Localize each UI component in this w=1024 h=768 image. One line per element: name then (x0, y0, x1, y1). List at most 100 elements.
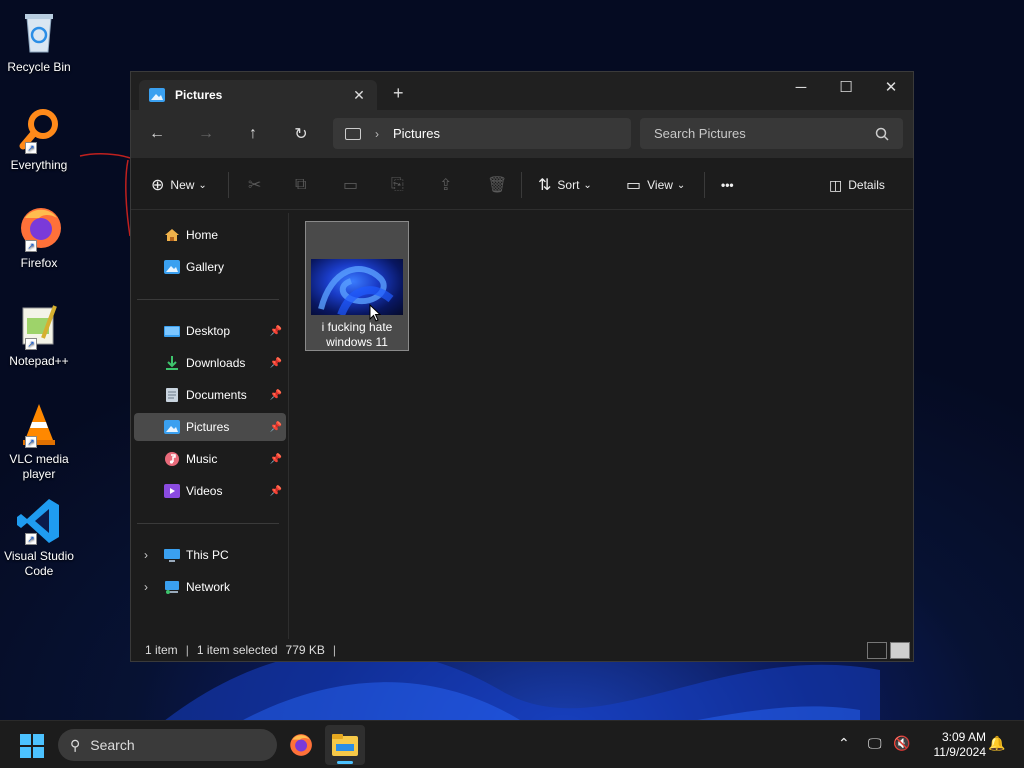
paste-icon[interactable]: ▭ (343, 174, 364, 196)
tab-close-icon[interactable]: ✕ (349, 87, 369, 104)
network-status-icon[interactable]: 🖵 (868, 735, 882, 752)
taskbar: ⚲ Search ⌃ 🖵 🔇 3:09 AM 11/9/2024 🔔 (0, 720, 1024, 768)
taskbar-file-explorer[interactable] (325, 725, 365, 765)
pictures-folder-icon (149, 88, 165, 102)
search-input[interactable] (654, 126, 875, 141)
shortcut-arrow-icon: ↗ (25, 240, 37, 252)
sidebar-divider (137, 523, 279, 524)
file-name: i fucking hate windows 11 (321, 320, 393, 349)
sidebar-item-documents[interactable]: Documents 📌 (134, 381, 286, 409)
tab-pictures[interactable]: Pictures ✕ (139, 80, 377, 110)
toolbar-divider (521, 172, 522, 198)
shortcut-arrow-icon: ↗ (25, 142, 37, 154)
more-options-label: ••• (721, 178, 734, 192)
tab-title: Pictures (175, 88, 223, 102)
sidebar-item-label: Pictures (186, 420, 230, 434)
desktop-icon-label: Recycle Bin (7, 60, 71, 74)
details-pane-icon: ◫ (829, 176, 843, 193)
breadcrumb-pictures[interactable]: Pictures (393, 126, 440, 141)
chevron-right-icon[interactable]: › (144, 548, 148, 562)
details-pane-button[interactable]: ◫ Details (829, 174, 885, 196)
title-bar[interactable]: Pictures ✕ + ─ ☐ ✕ (131, 72, 913, 110)
rename-icon[interactable]: ⎘ (391, 174, 410, 196)
sidebar-divider (137, 299, 279, 300)
refresh-icon[interactable]: ↻ (289, 122, 313, 146)
sidebar-item-network[interactable]: › Network (134, 573, 286, 601)
sidebar-item-home[interactable]: Home (134, 221, 286, 249)
chevron-right-icon[interactable]: › (144, 580, 148, 594)
taskbar-firefox[interactable] (280, 725, 320, 765)
forward-arrow-icon[interactable]: → (194, 122, 218, 146)
taskbar-search[interactable]: ⚲ Search (58, 729, 277, 761)
navigation-bar: ← → ↑ ↻ › Pictures (131, 110, 913, 158)
chevron-up-icon[interactable]: ⌃ (838, 735, 850, 752)
chevron-down-icon: ⌄ (198, 179, 207, 191)
toolbar-divider (228, 172, 229, 198)
up-arrow-icon[interactable]: ↑ (241, 122, 265, 146)
file-list-view[interactable]: i fucking hate windows 11 (290, 213, 913, 641)
view-button[interactable]: ▭ View ⌄ (626, 174, 685, 196)
sidebar-item-downloads[interactable]: Downloads 📌 (134, 349, 286, 377)
more-options-button[interactable]: ••• (721, 174, 734, 196)
pin-icon: 📌 (269, 485, 282, 497)
maximize-button[interactable]: ☐ (823, 72, 869, 102)
desktop-icon-label: Firefox (20, 256, 58, 270)
sidebar-item-label: Videos (186, 484, 223, 498)
new-tab-button[interactable]: + (393, 83, 404, 104)
sort-label: Sort (557, 178, 580, 192)
status-divider: | (185, 643, 189, 657)
desktop-icon-notepadpp[interactable]: ↗ Notepad++ (2, 302, 76, 369)
large-icons-view-icon[interactable] (890, 642, 910, 659)
home-icon (165, 229, 179, 241)
cut-icon[interactable]: ✂ (248, 174, 267, 196)
new-button[interactable]: ⊕ New ⌄ (151, 174, 207, 196)
back-arrow-icon[interactable]: ← (145, 122, 169, 146)
sidebar-item-gallery[interactable]: Gallery (134, 253, 286, 281)
pin-icon: 📌 (269, 389, 282, 401)
pin-icon: 📌 (269, 325, 282, 337)
new-label: New (170, 178, 195, 192)
chevron-right-icon: › (375, 126, 379, 141)
sidebar-item-videos[interactable]: Videos 📌 (134, 477, 286, 505)
videos-icon (164, 484, 180, 498)
minimize-button[interactable]: ─ (778, 72, 824, 102)
copy-icon[interactable]: ⧉ (295, 174, 312, 196)
close-window-button[interactable]: ✕ (868, 72, 914, 102)
sidebar-item-label: Downloads (186, 356, 246, 370)
details-view-icon[interactable] (867, 642, 887, 659)
gallery-icon (164, 260, 180, 274)
search-icon (875, 127, 889, 141)
sort-button[interactable]: ⇅ Sort ⌄ (538, 174, 592, 196)
firefox-icon (290, 734, 312, 756)
details-label: Details (848, 178, 885, 192)
file-item[interactable]: i fucking hate windows 11 (305, 221, 409, 351)
start-button[interactable] (20, 734, 44, 758)
desktop-icon-label: VLC media player (9, 452, 69, 481)
desktop-icon-vlc[interactable]: ↗ VLC media player (2, 400, 76, 482)
clock-date: 11/9/2024 (933, 745, 987, 759)
delete-icon[interactable]: 🗑 (487, 174, 513, 196)
volume-muted-icon[interactable]: 🔇 (893, 735, 910, 752)
notepadpp-icon: ↗ (15, 302, 63, 350)
address-bar[interactable]: › Pictures (333, 118, 631, 149)
system-clock[interactable]: 3:09 AM 11/9/2024 (920, 730, 987, 760)
sidebar-item-label: Network (186, 580, 231, 594)
sidebar-item-label: Documents (186, 388, 247, 402)
desktop-icon-firefox[interactable]: ↗ Firefox (2, 204, 76, 271)
share-icon[interactable]: ⇪ (439, 174, 458, 196)
search-icon: ⚲ (70, 736, 81, 753)
sidebar-item-this-pc[interactable]: › This PC (134, 541, 286, 569)
sidebar-item-music[interactable]: Music 📌 (134, 445, 286, 473)
search-box[interactable] (640, 118, 903, 149)
desktop-icon-vscode[interactable]: ↗ Visual Studio Code (2, 497, 76, 579)
desktop-icon-label: Notepad++ (9, 354, 69, 368)
desktop-icon-everything[interactable]: ↗ Everything (2, 106, 76, 173)
desktop-icon-label: Visual Studio Code (4, 549, 74, 578)
sidebar-item-pictures[interactable]: Pictures 📌 (134, 413, 286, 441)
desktop-icon-recycle-bin[interactable]: Recycle Bin (2, 8, 76, 75)
sidebar-item-label: Music (186, 452, 218, 466)
shortcut-arrow-icon: ↗ (25, 338, 37, 350)
sidebar-item-desktop[interactable]: Desktop 📌 (134, 317, 286, 345)
notification-bell-icon[interactable]: 🔔 (988, 735, 1005, 752)
plus-circle-icon: ⊕ (151, 177, 165, 194)
